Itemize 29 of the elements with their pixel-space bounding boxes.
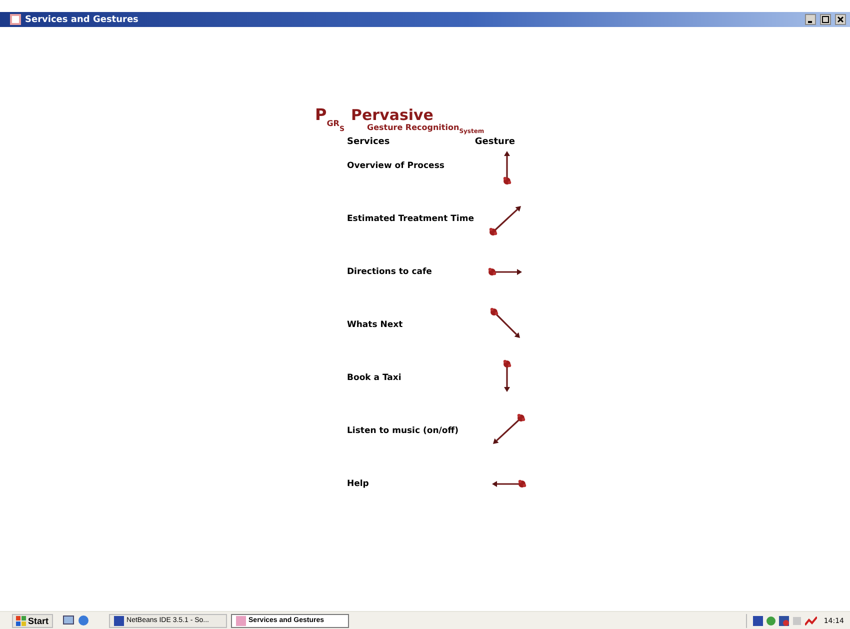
tray-icon[interactable] bbox=[752, 616, 763, 626]
tray-icon[interactable] bbox=[804, 616, 817, 626]
app-icon bbox=[114, 616, 124, 626]
tray-icon[interactable] bbox=[778, 616, 789, 626]
maximize-icon bbox=[822, 16, 829, 23]
windows-logo-icon bbox=[16, 616, 26, 626]
browser-icon[interactable] bbox=[78, 615, 89, 626]
app-name: Pervasive bbox=[351, 107, 434, 123]
service-label: Book a Taxi bbox=[347, 372, 402, 382]
app-subtitle: Gesture Recognition bbox=[367, 123, 460, 132]
app-icon bbox=[10, 14, 21, 25]
service-label: Estimated Treatment Time bbox=[347, 214, 474, 224]
close-button[interactable] bbox=[835, 14, 846, 25]
column-header: Gesture bbox=[474, 137, 515, 147]
start-button[interactable]: Start bbox=[12, 614, 53, 628]
service-label: Whats Next bbox=[347, 320, 403, 330]
service-label: Directions to cafe bbox=[347, 266, 432, 276]
maximize-button[interactable] bbox=[820, 14, 831, 25]
service-label: Overview of Process bbox=[347, 160, 444, 170]
window-title: Services and Gestures bbox=[25, 14, 140, 24]
logo-letter: P bbox=[315, 107, 327, 123]
logo-letters: GR bbox=[326, 119, 340, 128]
service-label: Help bbox=[347, 478, 369, 488]
app-icon bbox=[236, 616, 246, 626]
service-label: Listen to music (on/off) bbox=[347, 426, 458, 436]
close-icon bbox=[837, 16, 844, 23]
desktop-icon[interactable] bbox=[62, 615, 74, 626]
minimize-button[interactable] bbox=[805, 14, 816, 25]
column-header: Services bbox=[347, 137, 390, 147]
